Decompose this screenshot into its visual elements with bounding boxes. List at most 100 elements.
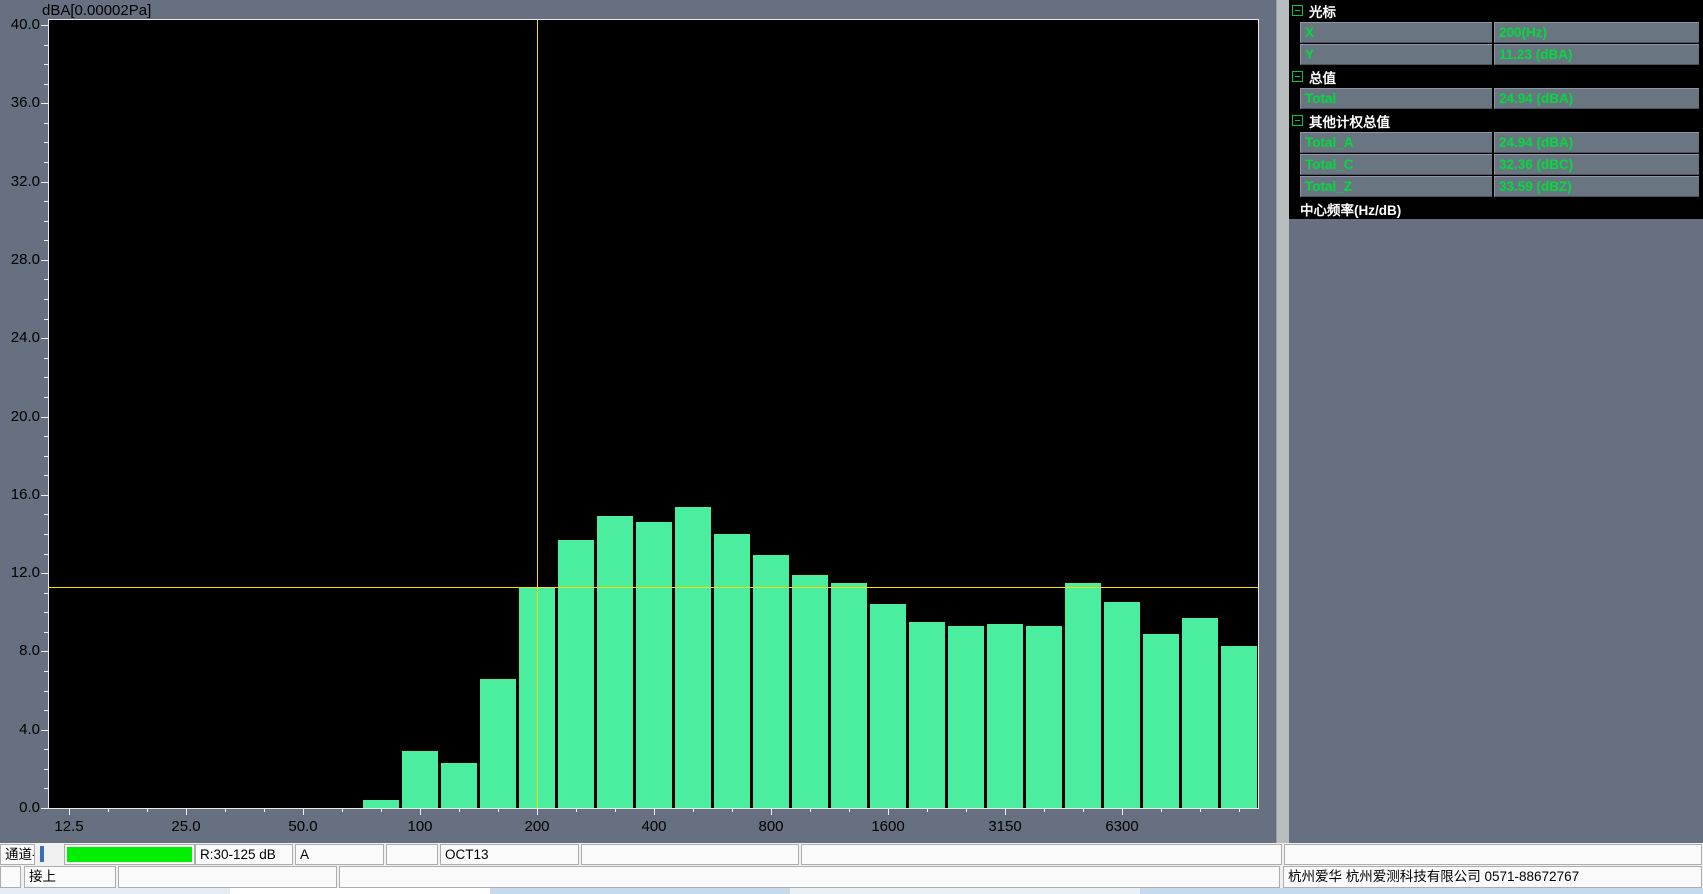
status-cell-empty xyxy=(339,866,1280,888)
taskbar-strip-segment xyxy=(0,888,230,894)
y-major-tick xyxy=(41,651,48,652)
status-cell-connection[interactable]: 接上 xyxy=(24,866,116,888)
x-minor-tick xyxy=(849,809,850,812)
channel-color-swatch[interactable] xyxy=(67,847,192,862)
panel-row-Total_A[interactable]: Total_A24.94 (dBA) xyxy=(1300,132,1699,153)
x-major-tick xyxy=(1122,809,1123,815)
taskbar-strip-segment xyxy=(790,888,1140,894)
x-major-tick xyxy=(303,809,304,815)
collapse-minus-icon[interactable] xyxy=(1292,71,1303,82)
x-minor-tick xyxy=(264,809,265,812)
panel-row-value: 33.59 (dBZ) xyxy=(1494,176,1699,197)
x-minor-tick xyxy=(147,809,148,812)
panel-section-header[interactable]: 光标 xyxy=(1289,0,1703,21)
y-axis-label: 24.0 xyxy=(0,329,40,347)
x-major-tick xyxy=(420,809,421,815)
panel-section-header[interactable]: 总值 xyxy=(1289,66,1703,87)
readout-panel: 光标X200(Hz)Y11.23 (dBA)总值Total24.94 (dBA)… xyxy=(1289,0,1703,843)
x-axis-label: 100 xyxy=(385,818,455,835)
bar-2500Hz xyxy=(948,626,984,808)
chart-region: dBA[0.00002Pa] 0.04.08.012.016.020.024.0… xyxy=(0,0,1276,843)
panel-section-header[interactable]: 中心频率(Hz/dB) xyxy=(1289,198,1703,219)
y-axis-label: 12.0 xyxy=(0,564,40,582)
x-minor-tick xyxy=(381,809,382,812)
y-major-tick xyxy=(41,730,48,731)
bar-1250Hz xyxy=(831,583,867,808)
y-axis-label: 0.0 xyxy=(0,799,40,817)
bar-100Hz xyxy=(402,751,438,808)
status-cell-channel[interactable]: 通道-1 xyxy=(0,844,35,865)
bar-80Hz xyxy=(363,800,399,808)
x-minor-tick xyxy=(1044,809,1045,812)
x-minor-tick xyxy=(966,809,967,812)
panel-row-Y[interactable]: Y11.23 (dBA) xyxy=(1300,44,1699,65)
x-minor-tick xyxy=(342,809,343,812)
chart-plot[interactable] xyxy=(48,19,1259,809)
status-cell-empty xyxy=(1284,844,1702,865)
chart-y-unit-title: dBA[0.00002Pa] xyxy=(42,2,151,19)
y-axis-label: 28.0 xyxy=(0,251,40,269)
bar-125Hz xyxy=(441,763,477,808)
bar-250Hz xyxy=(558,540,594,808)
bar-500Hz xyxy=(675,507,711,808)
x-minor-tick xyxy=(108,809,109,812)
x-minor-tick xyxy=(225,809,226,812)
x-axis-label: 1600 xyxy=(853,818,923,835)
panel-row-label: Total xyxy=(1300,88,1492,109)
status-cell-empty xyxy=(0,866,21,888)
panel-row-X[interactable]: X200(Hz) xyxy=(1300,22,1699,43)
panel-row-label: Total_Z xyxy=(1300,176,1492,197)
x-minor-tick xyxy=(1161,809,1162,812)
x-minor-tick xyxy=(576,809,577,812)
panel-row-value: 24.94 (dBA) xyxy=(1494,88,1699,109)
panel-row-Total[interactable]: Total24.94 (dBA) xyxy=(1300,88,1699,109)
bar-400Hz xyxy=(636,522,672,808)
status-cell-analysis-mode[interactable]: OCT13 xyxy=(440,844,579,865)
taskbar-strip xyxy=(0,888,1703,894)
x-major-tick xyxy=(1005,809,1006,815)
bar-2000Hz xyxy=(909,622,945,808)
x-major-tick xyxy=(186,809,187,815)
panel-section-title: 其他计权总值 xyxy=(1309,111,1390,131)
bar-6300Hz xyxy=(1104,602,1140,808)
panel-splitter-handle[interactable] xyxy=(1276,0,1289,843)
status-cell-company-info: 杭州爱华 杭州爱测科技有限公司 0571-88672767 xyxy=(1283,866,1702,888)
y-axis-label: 16.0 xyxy=(0,486,40,504)
x-major-tick xyxy=(888,809,889,815)
bar-10000Hz xyxy=(1182,618,1218,808)
collapse-minus-icon[interactable] xyxy=(1292,115,1303,126)
cursor-vertical-line[interactable] xyxy=(537,20,538,808)
x-minor-tick xyxy=(732,809,733,812)
taskbar-strip-segment xyxy=(1140,888,1703,894)
y-axis-label: 4.0 xyxy=(0,721,40,739)
panel-section-title: 中心频率(Hz/dB) xyxy=(1300,199,1401,219)
bar-315Hz xyxy=(597,516,633,808)
x-axis-label: 12.5 xyxy=(34,818,104,835)
x-axis-label: 50.0 xyxy=(268,818,338,835)
x-minor-tick xyxy=(459,809,460,812)
y-major-tick xyxy=(41,103,48,104)
channel-cursor-mark xyxy=(40,846,44,862)
panel-section-header[interactable]: 其他计权总值 xyxy=(1289,110,1703,131)
bar-3150Hz xyxy=(987,624,1023,808)
x-axis-label: 3150 xyxy=(970,818,1040,835)
x-major-tick xyxy=(771,809,772,815)
cursor-horizontal-line[interactable] xyxy=(49,587,1258,588)
panel-section-title: 光标 xyxy=(1309,1,1336,21)
x-major-tick xyxy=(537,809,538,815)
panel-row-label: Y xyxy=(1300,44,1492,65)
y-major-tick xyxy=(41,260,48,261)
x-axis-label: 200 xyxy=(502,818,572,835)
panel-row-label: Total_C xyxy=(1300,154,1492,175)
y-axis-label: 8.0 xyxy=(0,642,40,660)
collapse-minus-icon[interactable] xyxy=(1292,5,1303,16)
panel-row-label: X xyxy=(1300,22,1492,43)
panel-row-Total_Z[interactable]: Total_Z33.59 (dBZ) xyxy=(1300,176,1699,197)
panel-section-title: 总值 xyxy=(1309,67,1336,87)
status-cell-range[interactable]: R:30-125 dB xyxy=(195,844,293,865)
panel-row-Total_C[interactable]: Total_C32.36 (dBC) xyxy=(1300,154,1699,175)
bar-8000Hz xyxy=(1143,634,1179,808)
status-cell-color-swatch[interactable] xyxy=(64,844,195,865)
status-cell-weighting[interactable]: A xyxy=(295,844,384,865)
x-axis-label: 800 xyxy=(736,818,806,835)
